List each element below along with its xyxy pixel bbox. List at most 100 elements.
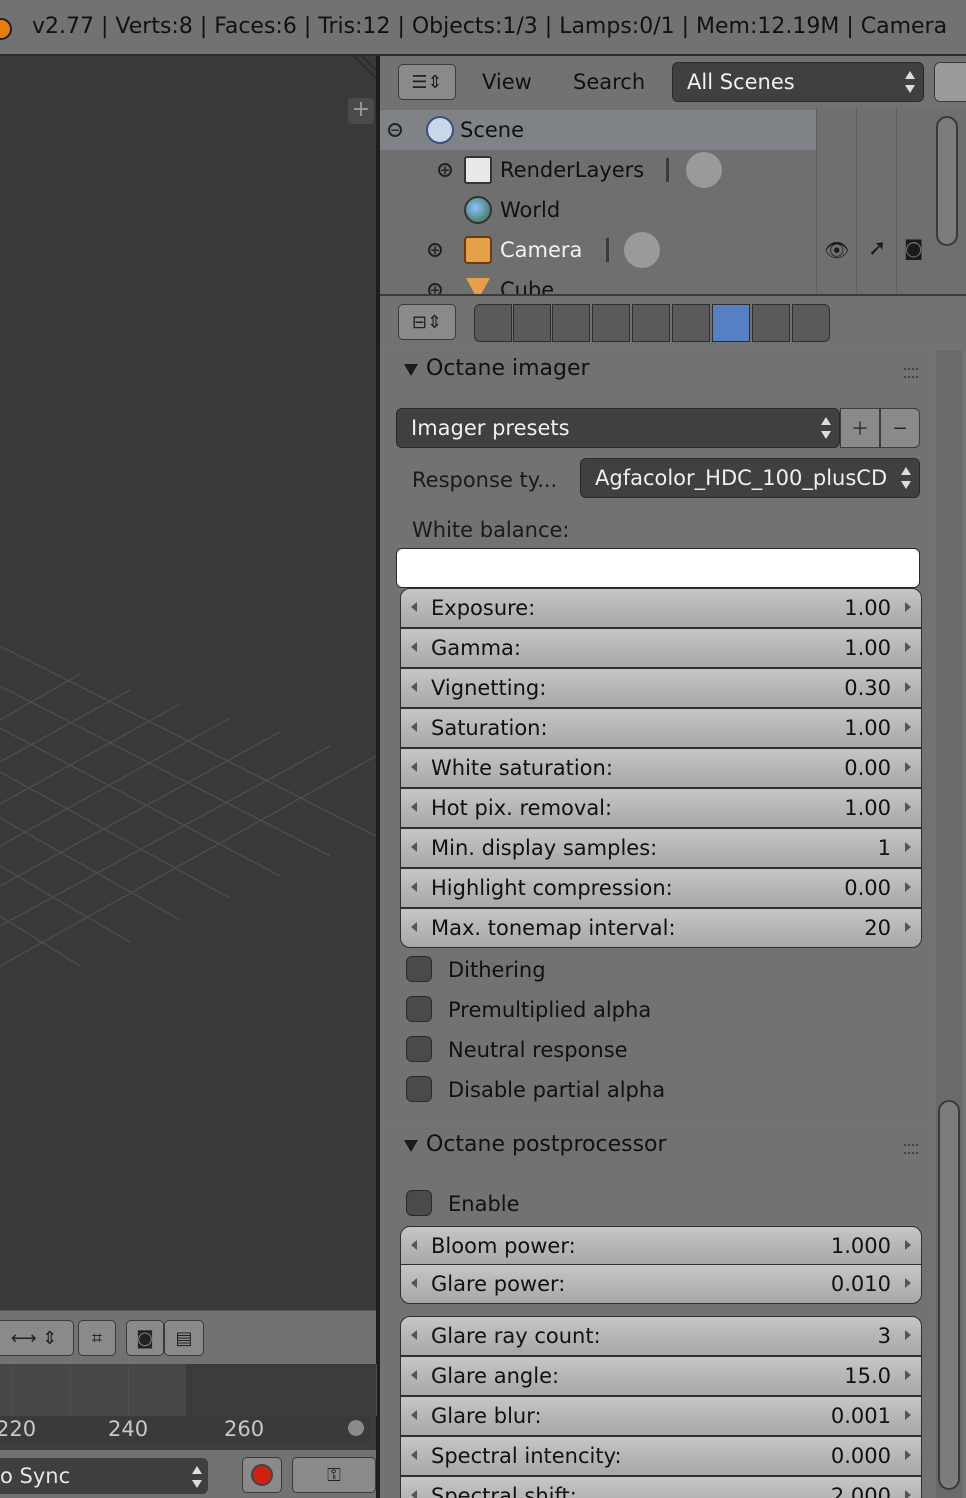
numeric-field[interactable]: Exposure: 1.00: [400, 588, 922, 628]
timeline[interactable]: 220 240 260: [0, 1364, 377, 1450]
expand-icon[interactable]: +: [428, 243, 442, 257]
collapse-triangle-icon[interactable]: [404, 1140, 418, 1152]
decrement-arrow-icon[interactable]: [411, 682, 417, 692]
option-checkbox[interactable]: [406, 996, 432, 1022]
dopesheet-icon[interactable]: ⟷ ⇕: [0, 1320, 74, 1356]
numeric-field[interactable]: Glare blur: 0.001: [400, 1396, 922, 1436]
keying-set-button[interactable]: ⚿: [292, 1457, 376, 1493]
increment-arrow-icon[interactable]: [905, 642, 911, 652]
numeric-field[interactable]: White saturation: 0.00: [400, 748, 922, 788]
outliner[interactable]: ☰⇕ View Search All Scenes − Scene + Rend…: [380, 56, 966, 294]
outliner-row-renderlayers[interactable]: + RenderLayers: [380, 150, 966, 190]
timeline-ruler[interactable]: [0, 1364, 377, 1416]
outliner-row-camera[interactable]: + Camera 👁 ➚ ◙: [380, 230, 966, 270]
render-tab-icon[interactable]: [474, 304, 512, 342]
imager-presets-dropdown[interactable]: Imager presets: [396, 408, 840, 448]
decrement-arrow-icon[interactable]: [411, 602, 417, 612]
numeric-field[interactable]: Hot pix. removal: 1.00: [400, 788, 922, 828]
record-button[interactable]: [242, 1457, 282, 1493]
decrement-arrow-icon[interactable]: [411, 802, 417, 812]
outliner-row-world[interactable]: World: [380, 190, 966, 230]
option-checkbox[interactable]: [406, 1076, 432, 1102]
increment-arrow-icon[interactable]: [905, 1490, 911, 1498]
numeric-field[interactable]: Glare ray count: 3: [400, 1316, 922, 1356]
properties-editor[interactable]: ⊟⇕ Octane imager Imager presets ＋ − Resp…: [380, 294, 966, 1498]
drag-grip-icon[interactable]: [904, 1144, 918, 1154]
renderlayers-data-icon[interactable]: [686, 152, 722, 188]
properties-scrollbar[interactable]: [938, 1100, 960, 1490]
numeric-field[interactable]: Bloom power: 1.000: [400, 1226, 922, 1266]
panel-title[interactable]: Octane imager: [426, 356, 590, 381]
snap-icon[interactable]: ⌗: [78, 1320, 116, 1356]
response-type-dropdown[interactable]: Agfacolor_HDC_100_plusCD: [580, 458, 920, 498]
decrement-arrow-icon[interactable]: [411, 642, 417, 652]
object-tab-icon[interactable]: [632, 304, 670, 342]
increment-arrow-icon[interactable]: [905, 1240, 911, 1250]
scroll-handle[interactable]: [348, 1420, 364, 1436]
increment-arrow-icon[interactable]: [905, 762, 911, 772]
drag-grip-icon[interactable]: [904, 368, 918, 378]
world-tab-icon[interactable]: [592, 304, 630, 342]
numeric-field[interactable]: Min. display samples: 1: [400, 828, 922, 868]
decrement-arrow-icon[interactable]: [411, 1278, 417, 1288]
modifiers-tab-icon[interactable]: [792, 304, 830, 342]
visibility-eye-icon[interactable]: 👁: [824, 238, 849, 262]
decrement-arrow-icon[interactable]: [411, 882, 417, 892]
menu-search[interactable]: Search: [573, 70, 645, 94]
decrement-arrow-icon[interactable]: [411, 1410, 417, 1420]
select-cursor-icon[interactable]: ➚: [868, 236, 886, 261]
numeric-field[interactable]: Highlight compression: 0.00: [400, 868, 922, 908]
camera-data-tab-icon[interactable]: [712, 304, 750, 342]
numeric-field[interactable]: Glare power: 0.010: [400, 1264, 922, 1304]
numeric-field[interactable]: Saturation: 1.00: [400, 708, 922, 748]
sync-mode-dropdown[interactable]: o Sync: [0, 1458, 208, 1494]
add-preset-button[interactable]: ＋: [840, 408, 880, 448]
expand-icon[interactable]: +: [428, 283, 442, 294]
scene-tab-icon[interactable]: [552, 304, 590, 342]
editor-type-icon[interactable]: ☰⇕: [398, 64, 456, 100]
numeric-field[interactable]: Glare angle: 15.0: [400, 1356, 922, 1396]
enable-checkbox[interactable]: [406, 1190, 432, 1216]
white-balance-color-swatch[interactable]: [396, 548, 920, 588]
render-layers-tab-icon[interactable]: [513, 304, 551, 342]
increment-arrow-icon[interactable]: [905, 1278, 911, 1288]
editor-type-icon[interactable]: ⊟⇕: [398, 304, 456, 340]
display-mode-dropdown[interactable]: All Scenes: [672, 62, 924, 102]
render-camera-icon[interactable]: ◙: [904, 236, 923, 260]
remove-preset-button[interactable]: −: [880, 408, 920, 448]
render-camera-icon[interactable]: ◙: [126, 1320, 164, 1356]
toolshelf-toggle-icon[interactable]: +: [348, 98, 374, 124]
expand-icon[interactable]: +: [438, 163, 452, 177]
numeric-field[interactable]: Gamma: 1.00: [400, 628, 922, 668]
outliner-scrollbar[interactable]: [936, 116, 958, 246]
increment-arrow-icon[interactable]: [905, 802, 911, 812]
increment-arrow-icon[interactable]: [905, 842, 911, 852]
increment-arrow-icon[interactable]: [905, 722, 911, 732]
panel-title[interactable]: Octane postprocessor: [426, 1132, 667, 1157]
texture-tab-icon[interactable]: [752, 304, 790, 342]
increment-arrow-icon[interactable]: [905, 1370, 911, 1380]
decrement-arrow-icon[interactable]: [411, 1240, 417, 1250]
decrement-arrow-icon[interactable]: [411, 842, 417, 852]
timeline-scrollbar[interactable]: [0, 1416, 370, 1444]
increment-arrow-icon[interactable]: [905, 882, 911, 892]
menu-view[interactable]: View: [482, 70, 532, 94]
increment-arrow-icon[interactable]: [905, 1410, 911, 1420]
decrement-arrow-icon[interactable]: [411, 722, 417, 732]
increment-arrow-icon[interactable]: [905, 922, 911, 932]
increment-arrow-icon[interactable]: [905, 682, 911, 692]
decrement-arrow-icon[interactable]: [411, 1490, 417, 1498]
collapse-triangle-icon[interactable]: [404, 364, 418, 376]
numeric-field[interactable]: Spectral intencity: 0.000: [400, 1436, 922, 1476]
decrement-arrow-icon[interactable]: [411, 762, 417, 772]
camera-data-icon[interactable]: [624, 232, 660, 268]
constraints-tab-icon[interactable]: [672, 304, 710, 342]
increment-arrow-icon[interactable]: [905, 1450, 911, 1460]
increment-arrow-icon[interactable]: [905, 1330, 911, 1340]
numeric-field[interactable]: Vignetting: 0.30: [400, 668, 922, 708]
clapboard-icon[interactable]: ▤: [164, 1320, 204, 1356]
decrement-arrow-icon[interactable]: [411, 1330, 417, 1340]
3d-viewport[interactable]: +: [0, 56, 376, 1310]
outliner-row-cube[interactable]: + Cube: [380, 270, 966, 294]
blender-logo-icon[interactable]: [0, 18, 12, 40]
